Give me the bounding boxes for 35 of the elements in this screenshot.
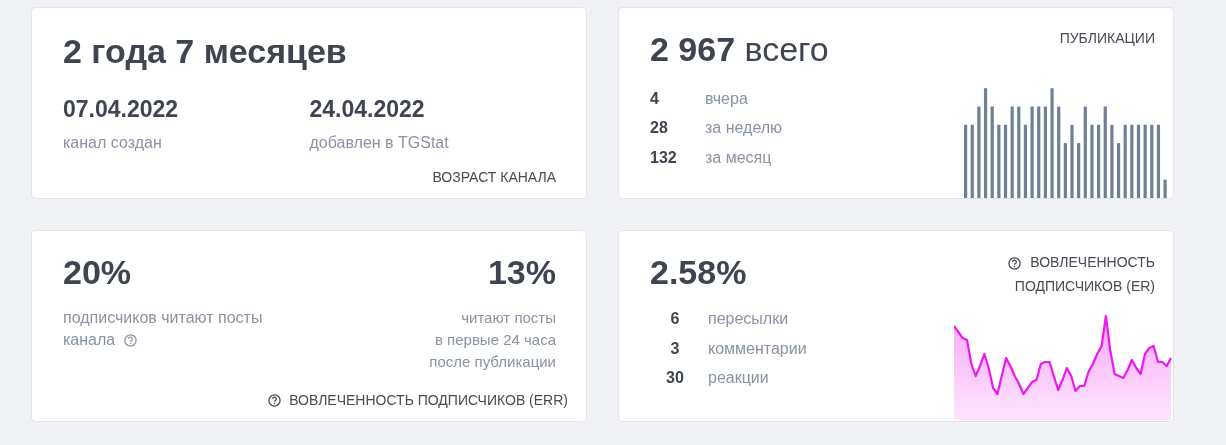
- channel-age: 2 года 7 месяцев: [63, 34, 347, 68]
- stat-label: реакции: [708, 368, 769, 389]
- stat-value: 132: [650, 147, 677, 168]
- date-value: 07.04.2022: [63, 95, 179, 124]
- stat-label: за неделю: [705, 118, 783, 139]
- chart-bar: [1163, 179, 1167, 198]
- card-caption: ПОДПИСЧИКОВ (ER): [1014, 277, 1155, 294]
- chart-bar: [1063, 143, 1067, 198]
- stat-value: 3: [670, 338, 680, 359]
- card-caption: ПУБЛИКАЦИИ: [1059, 29, 1155, 48]
- stat-label: комментарии: [708, 338, 807, 359]
- card-caption: ВОЗРАСТ КАНАЛА: [432, 168, 556, 187]
- stat-value: 30: [666, 368, 684, 389]
- chart-bar: [1077, 143, 1081, 198]
- stat-value: 4: [650, 88, 659, 109]
- reach-description: читают посты в первые 24 часа после публикации: [429, 308, 556, 372]
- er-value: 2.58%: [650, 255, 747, 289]
- reach-description: подписчиков читают посты: [63, 309, 263, 326]
- date-label: добавлен в TGStat: [309, 132, 449, 153]
- read-percentage: 20%: [63, 255, 132, 289]
- stat-label: за месяц: [705, 147, 772, 168]
- card-caption: ВОВЛЕЧЕННОСТЬ ПОДПИСЧИКОВ (ERR): [289, 391, 568, 410]
- read-percentage: 13%: [487, 255, 556, 289]
- help-icon[interactable]: [268, 394, 282, 407]
- help-icon[interactable]: [1008, 256, 1022, 270]
- date-value: 24.04.2022: [309, 95, 425, 124]
- reach-description: канала: [63, 331, 116, 349]
- chart-bar: [1116, 143, 1121, 198]
- stat-label: вчера: [705, 88, 748, 109]
- card-caption: ВОВЛЕЧЕННОСТЬ: [1030, 254, 1155, 270]
- date-label: канал создан: [63, 132, 162, 153]
- stat-value: 6: [670, 309, 680, 330]
- posts-total: 2 967 всего: [650, 32, 829, 66]
- stat-label: пересылки: [708, 309, 789, 330]
- stat-value: 28: [650, 118, 668, 139]
